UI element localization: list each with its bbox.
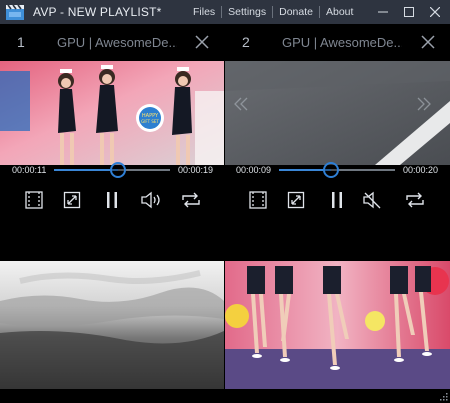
fullscreen-icon [63,191,81,209]
menu-bar: Files Settings Donate About [187,0,359,24]
svg-text:GIFT SET: GIFT SET [141,119,159,124]
current-time: 00:00:09 [236,165,272,175]
player-pane-1: 1 GPU | AwesomeDe... HAPPY GIFT SET 00:0… [0,24,224,260]
menu-files[interactable]: Files [187,6,221,18]
video-image: HAPPY GIFT SET [0,61,224,165]
menu-about[interactable]: About [320,6,359,18]
maximize-icon [404,7,414,17]
fullscreen-button[interactable] [60,188,84,212]
seek-handle[interactable] [323,162,340,178]
aspect-ratio-button[interactable] [246,188,270,212]
video-image [0,261,224,389]
seek-track[interactable] [54,162,170,178]
player-pane-2: 2 GPU | AwesomeDe... 00:00:09 00:00:20 [225,24,450,260]
volume-icon [141,191,160,209]
pane-index: 1 [17,34,25,50]
pause-button[interactable] [325,188,349,212]
loop-button[interactable] [179,188,203,212]
video-frame[interactable]: HAPPY GIFT SET [0,61,224,165]
mute-button[interactable] [361,188,385,212]
aspect-ratio-button[interactable] [22,188,46,212]
video-image [225,261,450,389]
seek-bar[interactable]: 00:00:11 00:00:19 [0,159,224,181]
loop-icon [182,192,200,208]
video-frame[interactable] [0,261,224,389]
close-icon[interactable] [420,34,436,50]
muted-speaker-icon [363,191,381,209]
maximize-button[interactable] [396,0,422,24]
window-title: AVP - NEW PLAYLIST* [33,5,162,19]
seek-handle[interactable] [109,162,126,178]
player-pane-3 [0,261,224,389]
pause-icon [332,192,342,208]
pane-header: 2 GPU | AwesomeDe... [225,24,450,60]
video-image [225,61,450,165]
menu-donate[interactable]: Donate [273,6,319,18]
loop-button[interactable] [403,188,427,212]
pane-title: GPU | AwesomeDe... [57,34,177,50]
clapperboard-icon [6,4,24,20]
seek-bar[interactable]: 00:00:09 00:00:20 [225,159,450,181]
close-icon[interactable] [194,34,210,50]
fullscreen-button[interactable] [284,188,308,212]
player-pane-4 [225,261,450,389]
fullscreen-icon [287,191,305,209]
close-window-button[interactable] [422,0,448,24]
aspect-ratio-icon [249,191,267,209]
seek-progress [54,169,118,171]
loop-icon [406,192,424,208]
pause-button[interactable] [100,188,124,212]
pane-index: 2 [242,34,250,50]
video-frame[interactable] [225,261,450,389]
menu-settings[interactable]: Settings [222,6,272,18]
total-time: 00:00:19 [178,165,214,175]
pause-icon [107,192,117,208]
aspect-ratio-icon [25,191,43,209]
minimize-icon [378,11,388,13]
pane-title: GPU | AwesomeDe... [282,34,402,50]
playback-controls [225,188,450,212]
current-time: 00:00:11 [12,165,47,175]
minimize-button[interactable] [370,0,396,24]
seek-track[interactable] [279,162,395,178]
close-icon [430,7,440,17]
video-frame[interactable] [225,61,450,165]
playback-controls [0,188,224,212]
resize-grip-icon[interactable] [438,391,448,401]
volume-button[interactable] [140,188,164,212]
pane-header: 1 GPU | AwesomeDe... [0,24,224,60]
total-time: 00:00:20 [403,165,439,175]
